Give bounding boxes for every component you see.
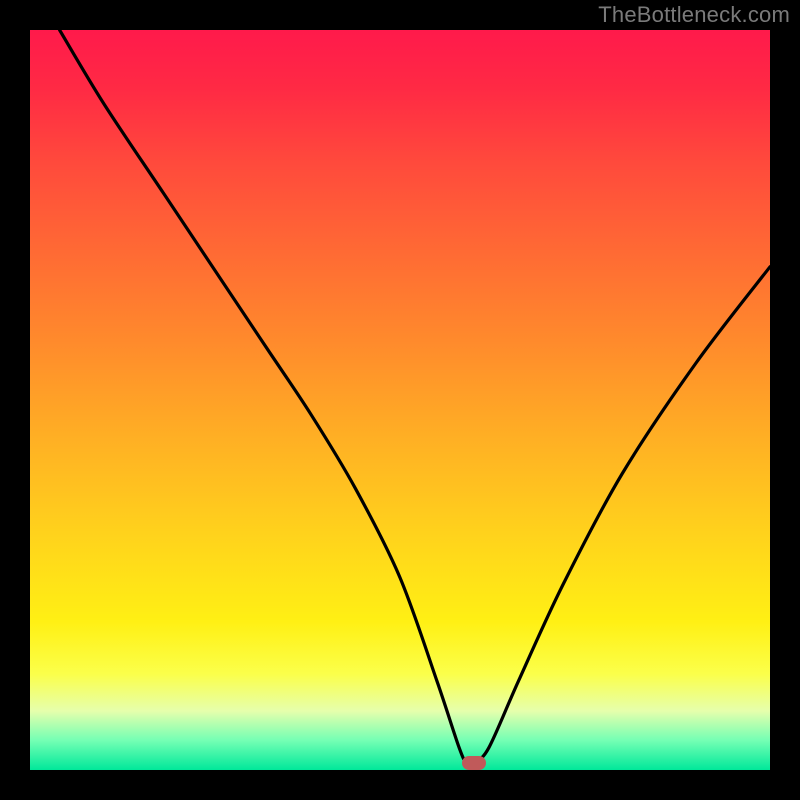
watermark-text: TheBottleneck.com [598, 2, 790, 28]
chart-frame: TheBottleneck.com [0, 0, 800, 800]
optimal-point-marker [462, 756, 486, 770]
curve-path [60, 30, 770, 764]
bottleneck-curve [30, 30, 770, 770]
plot-area [30, 30, 770, 770]
